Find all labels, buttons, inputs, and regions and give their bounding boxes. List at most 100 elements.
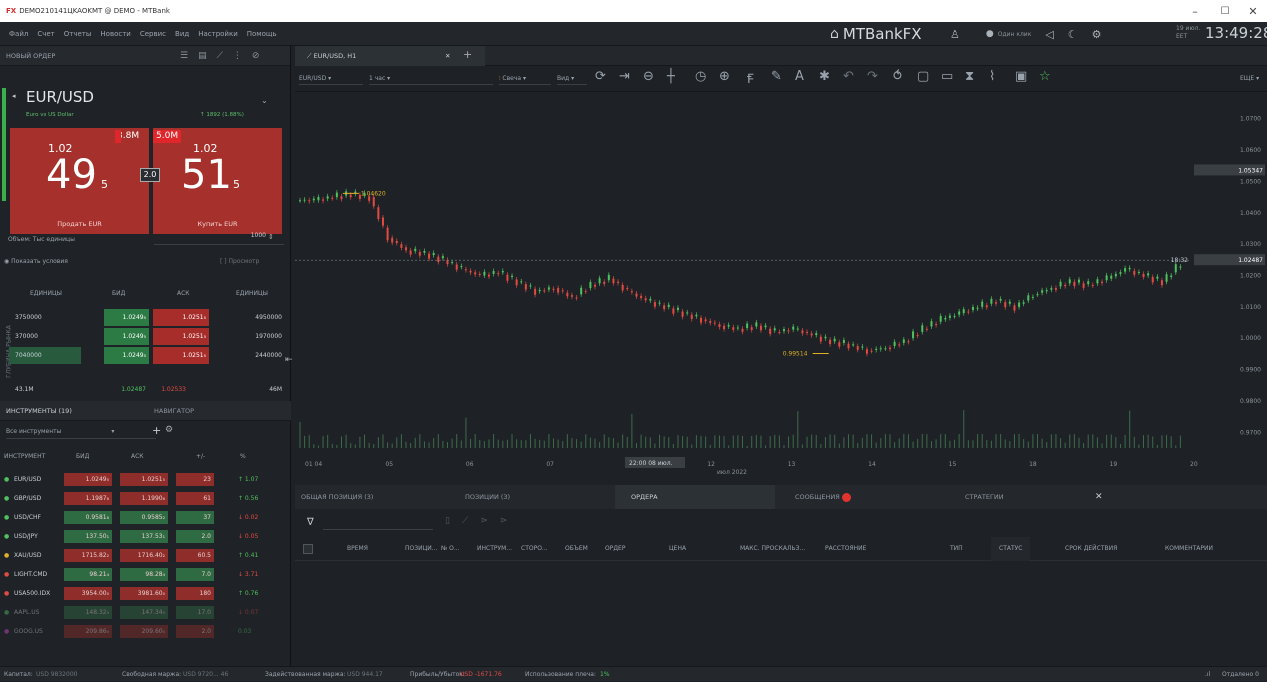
text-tool-icon[interactable]: A <box>795 69 804 84</box>
menu-settings[interactable]: Настройки <box>198 30 238 38</box>
info-panel-icon[interactable]: ▢ <box>917 69 929 84</box>
instrument-row[interactable]: ● GOOG.US 209.86₀ 209.60₀ 2.0 0.03 <box>0 622 291 641</box>
col-bid[interactable]: БИД <box>76 448 89 466</box>
tab-messages[interactable]: СООБЩЕНИЯ <box>795 485 851 509</box>
maximize-button[interactable]: ☐ <box>1210 0 1240 22</box>
refresh-icon[interactable]: ⟳ <box>595 69 606 84</box>
col-comment[interactable]: КОММЕНТАРИИ <box>1165 537 1213 561</box>
minimize-button[interactable]: – <box>1180 0 1210 22</box>
chart-type-select[interactable]: ⫶ Свеча ▾ <box>499 72 551 85</box>
col-distance[interactable]: РАССТОЯНИЕ <box>825 537 866 561</box>
instrument-row[interactable]: ● EUR/USD 1.0249₅ 1.0251₅ 23 ↑ 1.07 <box>0 470 291 489</box>
buy-button[interactable]: 5.0M 1.02 51 5 Купить EUR <box>153 128 282 234</box>
menu-view[interactable]: Вид <box>175 30 189 38</box>
col-type[interactable]: ТИП <box>950 537 963 561</box>
instrument-row[interactable]: ● XAU/USD 1715.82₂ 1716.40₂ 60.5 ↑ 0.41 <box>0 546 291 565</box>
zoom-icon[interactable]: ⊕ <box>719 69 730 84</box>
hourglass-icon[interactable]: ⧗ <box>965 69 974 84</box>
instrument-ask[interactable]: 1.1990₆ <box>120 492 168 505</box>
chevron-down-icon[interactable]: ⌄ <box>261 96 268 105</box>
col-status[interactable]: СТАТУС <box>991 537 1031 561</box>
shift-chart-icon[interactable]: ⇥ <box>619 69 630 84</box>
panel-tools-icons[interactable]: ☰▤⟋⋮⊘ <box>180 51 269 61</box>
menu-service[interactable]: Сервис <box>140 30 166 38</box>
col-percent[interactable]: % <box>240 448 246 466</box>
view-select[interactable]: Вид ▾ <box>557 72 587 85</box>
sell-button[interactable]: 3.8M 1.02 49 5 Продать EUR <box>10 128 149 234</box>
bottom-tool-icons[interactable]: ▯⟋⋗⋗ <box>445 516 519 526</box>
col-volume[interactable]: ОБЪЕМ <box>565 537 588 561</box>
instrument-ask[interactable]: 1716.40₂ <box>120 549 168 562</box>
instrument-bid[interactable]: 1.0249₅ <box>64 473 112 486</box>
instrument-row[interactable]: ● GBP/USD 1.1987₆ 1.1990₆ 61 ↑ 0.56 <box>0 489 291 508</box>
tab-net-position[interactable]: ОБЩАЯ ПОЗИЦИЯ (3) <box>301 485 373 509</box>
instrument-bid[interactable]: 1715.82₂ <box>64 549 112 562</box>
select-all-checkbox[interactable] <box>303 544 313 554</box>
instrument-row[interactable]: ● USA500.IDX 3954.00₀ 3981.60₀ 180 ↑ 0.76 <box>0 584 291 603</box>
depth-bid[interactable]: 1.0249₅ <box>104 347 149 364</box>
instrument-bid[interactable]: 137.50₁ <box>64 530 112 543</box>
add-tab-icon[interactable]: + <box>463 48 472 61</box>
close-tab-icon[interactable]: ✕ <box>445 46 450 66</box>
instrument-row[interactable]: ● AAPL.US 148.32₅ 147.34₅ 17.0 ↓ 0.07 <box>0 603 291 622</box>
instrument-bid[interactable]: 98.21₄ <box>64 568 112 581</box>
close-button[interactable]: ✕ <box>1238 0 1267 22</box>
col-instrument[interactable]: ИНСТРУМ... <box>477 537 512 561</box>
calendar-icon[interactable]: ▣ <box>1015 69 1027 84</box>
instrument-row[interactable]: ● LIGHT.CMD 98.21₄ 98.28₄ 7.0 ↓ 3.71 <box>0 565 291 584</box>
col-instrument[interactable]: ИНСТРУМЕНТ <box>4 448 45 466</box>
clock-icon[interactable]: ◷ <box>695 69 706 84</box>
depth-row[interactable]: 3750000 1.0249₅ 1.0251₅ 4950000 <box>9 309 285 326</box>
col-side[interactable]: СТОРО... <box>521 537 548 561</box>
filter-icon[interactable]: ∇ <box>307 517 314 528</box>
one-click-toggle[interactable]: ● <box>986 29 994 39</box>
menu-news[interactable]: Новости <box>100 30 130 38</box>
instrument-bid[interactable]: 209.86₀ <box>64 625 112 638</box>
instrument-ask[interactable]: 0.9585₂ <box>120 511 168 524</box>
depth-bid[interactable]: 1.0249₅ <box>104 309 149 326</box>
tab-orders[interactable]: ОРДЕРА <box>615 485 775 509</box>
col-order-no[interactable]: № О... <box>441 537 460 561</box>
col-order[interactable]: ОРДЕР <box>605 537 625 561</box>
stepper-icon[interactable]: ⇕ <box>268 233 274 241</box>
close-panel-icon[interactable]: ✕ <box>1095 485 1103 509</box>
favorite-star-icon[interactable]: ☆ <box>1039 69 1051 84</box>
night-mode-icon[interactable]: ☾ <box>1068 28 1078 41</box>
depth-row[interactable]: 370000 1.0249₅ 1.0251₅ 1970000 <box>9 328 285 345</box>
undo-icon[interactable]: ↶ <box>843 69 854 84</box>
instrument-ask[interactable]: 147.34₅ <box>120 606 168 619</box>
more-menu[interactable]: ЕЩЕ ▾ <box>1240 72 1264 85</box>
depth-ask[interactable]: 1.0251₅ <box>153 347 209 364</box>
instrument-row[interactable]: ● USD/CHF 0.9581₆ 0.9585₂ 37 ↓ 0.02 <box>0 508 291 527</box>
instrument-ask[interactable]: 3981.60₀ <box>120 587 168 600</box>
trend-icon[interactable]: ⌇ <box>989 69 995 84</box>
symbol-select[interactable]: EUR/USD ▾ <box>299 72 363 85</box>
lock-icon[interactable]: ⊖ <box>643 69 654 84</box>
symbol-selector[interactable]: EUR/USD <box>26 88 94 106</box>
redo-icon[interactable]: ↷ <box>867 69 878 84</box>
tab-chart-eurusd[interactable]: ⟋ EUR/USD, H1 ✕ <box>295 46 485 66</box>
tab-strategies[interactable]: СТРАТЕГИИ <box>965 485 1004 509</box>
pen-icon[interactable]: ✎ <box>771 69 782 84</box>
show-conditions-link[interactable]: ◉ Показать условия <box>4 258 144 265</box>
col-ask[interactable]: АСК <box>131 448 144 466</box>
template-icon[interactable]: ⥀ <box>893 69 902 84</box>
instrument-row[interactable]: ● USD/JPY 137.50₁ 137.53₁ 2.0 ↓ 0.05 <box>0 527 291 546</box>
tab-navigator[interactable]: НАВИГАТОР <box>154 407 194 415</box>
col-max-slippage[interactable]: МАКС. ПРОСКАЛЬЗ... <box>740 537 805 561</box>
col-expiry[interactable]: СРОК ДЕЙСТВИЯ <box>1065 537 1117 561</box>
instrument-bid[interactable]: 3954.00₀ <box>64 587 112 600</box>
settings-gear-icon[interactable]: ⚙ <box>1092 28 1102 41</box>
user-icon[interactable]: ♙ <box>950 28 960 41</box>
instrument-ask[interactable]: 137.53₁ <box>120 530 168 543</box>
tab-instruments[interactable]: ИНСТРУМЕНТЫ (19) <box>6 407 72 415</box>
settings-gear-icon[interactable]: ⚙ <box>165 425 173 435</box>
pattern-icon[interactable]: ✱ <box>819 69 830 84</box>
depth-ask[interactable]: 1.0251₅ <box>153 328 209 345</box>
menu-reports[interactable]: Отчеты <box>64 30 92 38</box>
collapse-chevron-icon[interactable]: ◂ <box>12 92 16 100</box>
tab-positions[interactable]: ПОЗИЦИИ (3) <box>465 485 510 509</box>
col-position[interactable]: ПОЗИЦИ... <box>405 537 437 561</box>
add-instrument-icon[interactable]: + <box>152 424 161 437</box>
instrument-filter-select[interactable]: Все инструменты ▾ <box>6 428 156 439</box>
